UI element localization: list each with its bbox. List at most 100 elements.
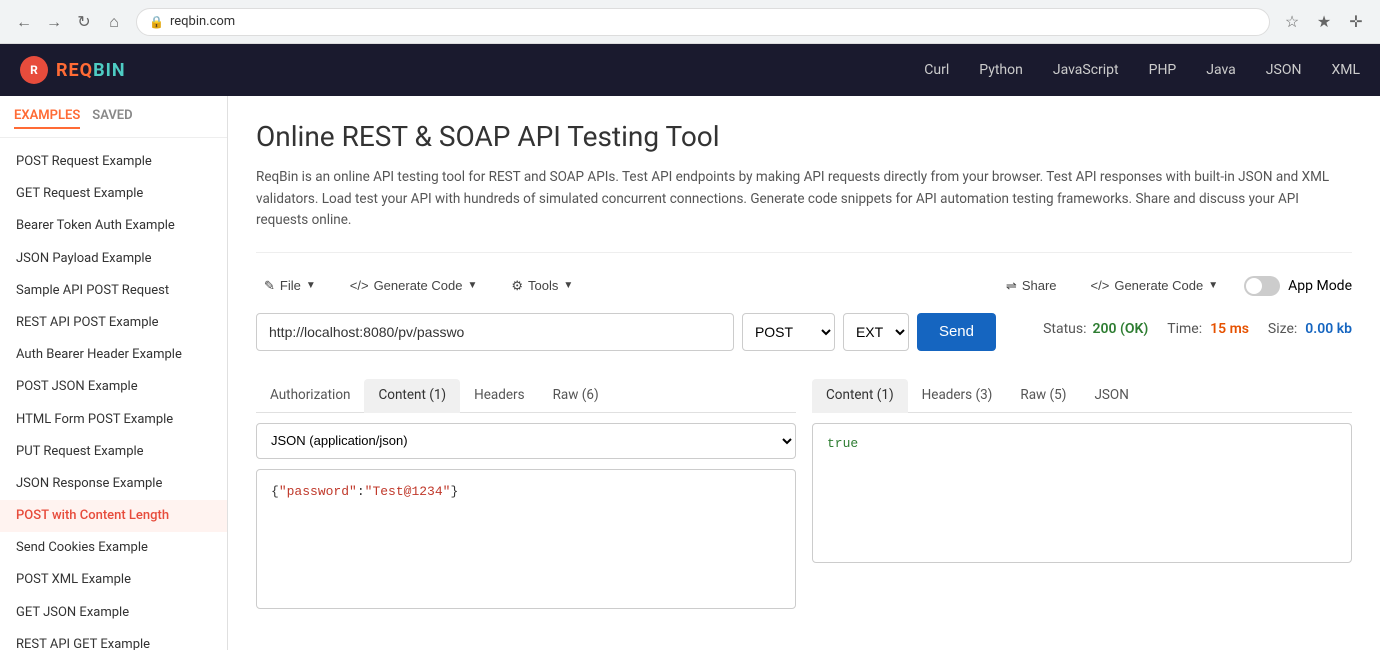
status-label: Status: xyxy=(1043,321,1086,337)
sidebar-item-sample-api[interactable]: Sample API POST Request xyxy=(0,275,227,307)
size-label: Size: xyxy=(1268,321,1297,337)
sidebar-item-post-request[interactable]: POST Request Example xyxy=(0,146,227,178)
page-description: ReqBin is an online API testing tool for… xyxy=(256,167,1352,253)
response-value: true xyxy=(827,436,858,451)
toolbar-left: ✎ File ▼ </> Generate Code ▼ ⚙ Tools ▼ xyxy=(256,273,581,299)
sidebar: EXAMPLES SAVED POST Request Example GET … xyxy=(0,96,228,650)
back-button[interactable]: ← xyxy=(12,10,36,34)
sidebar-item-post-xml[interactable]: POST XML Example xyxy=(0,564,227,596)
nav-python[interactable]: Python xyxy=(979,58,1023,82)
tools-label: Tools xyxy=(528,278,558,293)
content-type-row: JSON (application/json) Text (text/plain… xyxy=(256,423,796,459)
main-layout: EXAMPLES SAVED POST Request Example GET … xyxy=(0,96,1380,650)
tab-response-headers[interactable]: Headers (3) xyxy=(908,379,1007,413)
sidebar-item-bearer-token[interactable]: Bearer Token Auth Example xyxy=(0,210,227,242)
sidebar-item-rest-get[interactable]: REST API GET Example xyxy=(0,629,227,650)
content-type-select[interactable]: JSON (application/json) Text (text/plain… xyxy=(256,423,796,459)
logo-req: REQ xyxy=(56,60,93,81)
app-header: R REQBIN Curl Python JavaScript PHP Java… xyxy=(0,44,1380,96)
tools-icon: ⚙ xyxy=(511,278,523,294)
file-icon: ✎ xyxy=(264,278,275,294)
nav-java[interactable]: Java xyxy=(1206,58,1236,82)
nav-xml[interactable]: XML xyxy=(1331,58,1360,82)
toolbar-right: ⇌ Share </> Generate Code ▼ App Mode xyxy=(998,273,1352,299)
bookmark-icon[interactable]: ☆ xyxy=(1280,10,1304,34)
sidebar-item-html-form[interactable]: HTML Form POST Example xyxy=(0,404,227,436)
logo-bin: BIN xyxy=(93,60,125,81)
code-brace-open: { xyxy=(271,484,279,499)
sidebar-item-post-content-length[interactable]: POST with Content Length xyxy=(0,500,227,532)
tab-response-content[interactable]: Content (1) xyxy=(812,379,908,413)
nav-curl[interactable]: Curl xyxy=(924,58,949,82)
tab-raw[interactable]: Raw (6) xyxy=(539,379,613,413)
status-bar: Status: 200 (OK) Time: 15 ms Size: 0.00 … xyxy=(1012,313,1352,337)
lock-icon: 🔒 xyxy=(149,15,164,29)
size-value: 0.00 kb xyxy=(1305,321,1352,337)
header-nav: Curl Python JavaScript PHP Java JSON XML xyxy=(924,58,1360,82)
request-tabs: Authorization Content (1) Headers Raw (6… xyxy=(256,379,796,413)
request-body-editor[interactable]: {"password":"Test@1234"} xyxy=(256,469,796,609)
status-value: 200 (OK) xyxy=(1093,321,1149,337)
toolbar-row: ✎ File ▼ </> Generate Code ▼ ⚙ Tools ▼ ⇌ xyxy=(256,273,1352,299)
sidebar-item-get-json[interactable]: GET JSON Example xyxy=(0,597,227,629)
nav-json[interactable]: JSON xyxy=(1266,58,1302,82)
code-icon-right: </> xyxy=(1091,278,1110,293)
star-icon[interactable]: ★ xyxy=(1312,10,1336,34)
response-pane: Content (1) Headers (3) Raw (5) JSON tru… xyxy=(812,379,1352,609)
sidebar-list: POST Request Example GET Request Example… xyxy=(0,138,227,650)
tab-content[interactable]: Content (1) xyxy=(364,379,460,413)
two-pane: Authorization Content (1) Headers Raw (6… xyxy=(256,379,1352,609)
tab-authorization[interactable]: Authorization xyxy=(256,379,364,413)
sidebar-item-json-payload[interactable]: JSON Payload Example xyxy=(0,243,227,275)
share-label: Share xyxy=(1022,278,1057,293)
logo-area: R REQBIN xyxy=(20,56,126,84)
method-select[interactable]: POST GET PUT DELETE PATCH xyxy=(742,313,835,351)
tab-response-json[interactable]: JSON xyxy=(1080,379,1142,413)
extensions-icon[interactable]: ✛ xyxy=(1344,10,1368,34)
response-tabs: Content (1) Headers (3) Raw (5) JSON xyxy=(812,379,1352,413)
sidebar-tabs: EXAMPLES SAVED xyxy=(0,96,227,138)
send-button[interactable]: Send xyxy=(917,313,996,351)
file-chevron-icon: ▼ xyxy=(306,280,316,291)
request-pane: Authorization Content (1) Headers Raw (6… xyxy=(256,379,796,609)
app-mode-toggle: App Mode xyxy=(1244,276,1352,296)
sidebar-item-json-response[interactable]: JSON Response Example xyxy=(0,468,227,500)
nav-javascript[interactable]: JavaScript xyxy=(1053,58,1119,82)
sidebar-tab-saved[interactable]: SAVED xyxy=(92,108,132,129)
app-mode-label: App Mode xyxy=(1288,278,1352,294)
sidebar-item-post-json[interactable]: POST JSON Example xyxy=(0,371,227,403)
logo-icon: R xyxy=(20,56,48,84)
content-area: Online REST & SOAP API Testing Tool ReqB… xyxy=(228,96,1380,650)
response-body: true xyxy=(812,423,1352,563)
nav-php[interactable]: PHP xyxy=(1149,58,1177,82)
share-button[interactable]: ⇌ Share xyxy=(998,273,1065,299)
sidebar-item-get-request[interactable]: GET Request Example xyxy=(0,178,227,210)
url-text: reqbin.com xyxy=(170,14,235,29)
nav-buttons: ← → ↻ ⌂ xyxy=(12,10,126,34)
browser-chrome: ← → ↻ ⌂ 🔒 reqbin.com ☆ ★ ✛ xyxy=(0,0,1380,44)
sidebar-item-put[interactable]: PUT Request Example xyxy=(0,436,227,468)
sidebar-item-rest-post[interactable]: REST API POST Example xyxy=(0,307,227,339)
generate-code-right-button[interactable]: </> Generate Code ▼ xyxy=(1083,273,1227,298)
tab-headers[interactable]: Headers xyxy=(460,379,538,413)
address-bar[interactable]: 🔒 reqbin.com xyxy=(136,8,1270,36)
forward-button[interactable]: → xyxy=(42,10,66,34)
tab-response-raw[interactable]: Raw (5) xyxy=(1006,379,1080,413)
code-value: "Test@1234" xyxy=(365,484,451,499)
ext-select[interactable]: EXT xyxy=(843,313,909,351)
sidebar-item-auth-bearer[interactable]: Auth Bearer Header Example xyxy=(0,339,227,371)
generate-code-left-label: Generate Code xyxy=(374,278,463,293)
code-key: "password" xyxy=(279,484,357,499)
sidebar-tab-examples[interactable]: EXAMPLES xyxy=(14,108,80,129)
file-button[interactable]: ✎ File ▼ xyxy=(256,273,324,299)
tools-button[interactable]: ⚙ Tools ▼ xyxy=(503,273,581,299)
file-label: File xyxy=(280,278,301,293)
refresh-button[interactable]: ↻ xyxy=(72,10,96,34)
sidebar-item-send-cookies[interactable]: Send Cookies Example xyxy=(0,532,227,564)
generate-code-right-chevron-icon: ▼ xyxy=(1208,280,1218,291)
generate-code-left-button[interactable]: </> Generate Code ▼ xyxy=(342,273,486,298)
home-button[interactable]: ⌂ xyxy=(102,10,126,34)
url-input[interactable] xyxy=(256,313,734,351)
generate-code-left-chevron-icon: ▼ xyxy=(467,280,477,291)
app-mode-switch[interactable] xyxy=(1244,276,1280,296)
